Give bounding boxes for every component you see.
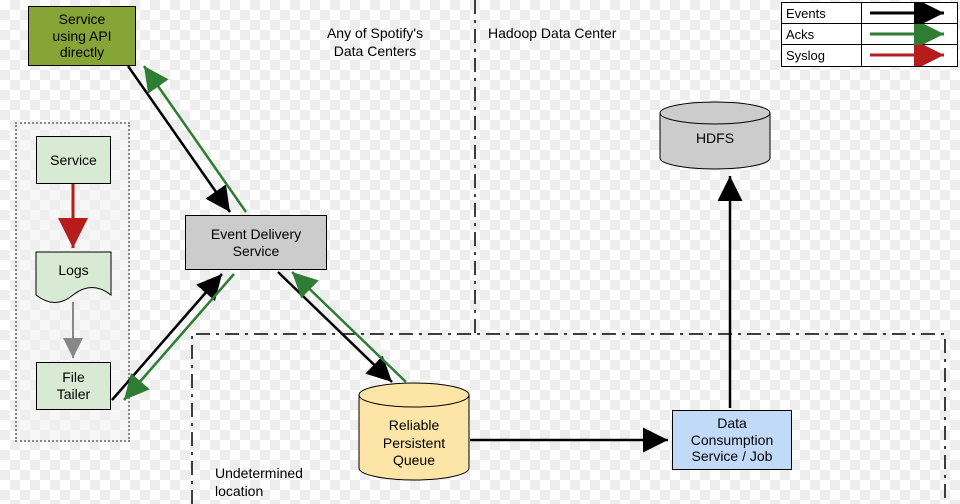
node-service: Service (36, 136, 111, 184)
arrows-svg (0, 0, 960, 504)
queue-cylinder-svg (0, 0, 960, 504)
node-event-delivery: Event Delivery Service (185, 215, 327, 270)
legend-row-events: Events (782, 3, 957, 24)
hdfs-cylinder-svg (0, 0, 960, 504)
node-queue: Reliable Persistent Queue (359, 417, 469, 470)
legend: Events Acks Syslog (781, 2, 958, 67)
region-spotify-dc: Any of Spotify's Data Centers (295, 25, 455, 60)
node-file-tailer: File Tailer (36, 362, 111, 410)
node-data-consumption: Data Consumption Service / Job (672, 410, 792, 470)
legend-label-events: Events (782, 3, 862, 23)
legend-label-syslog: Syslog (782, 45, 862, 66)
legend-label-acks: Acks (782, 24, 862, 44)
legend-row-syslog: Syslog (782, 45, 957, 66)
region-undetermined: Undetermined location (215, 465, 335, 500)
legend-row-acks: Acks (782, 24, 957, 45)
node-service-api: Service using API directly (28, 6, 136, 66)
node-hdfs: HDFS (660, 130, 770, 148)
legend-arrow-syslog-icon (862, 45, 957, 66)
region-hadoop-dc: Hadoop Data Center (488, 25, 688, 43)
node-logs: Logs (36, 262, 111, 280)
legend-arrow-events-icon (862, 3, 957, 24)
legend-arrow-acks-icon (862, 24, 957, 45)
logs-shape-svg (0, 0, 960, 504)
